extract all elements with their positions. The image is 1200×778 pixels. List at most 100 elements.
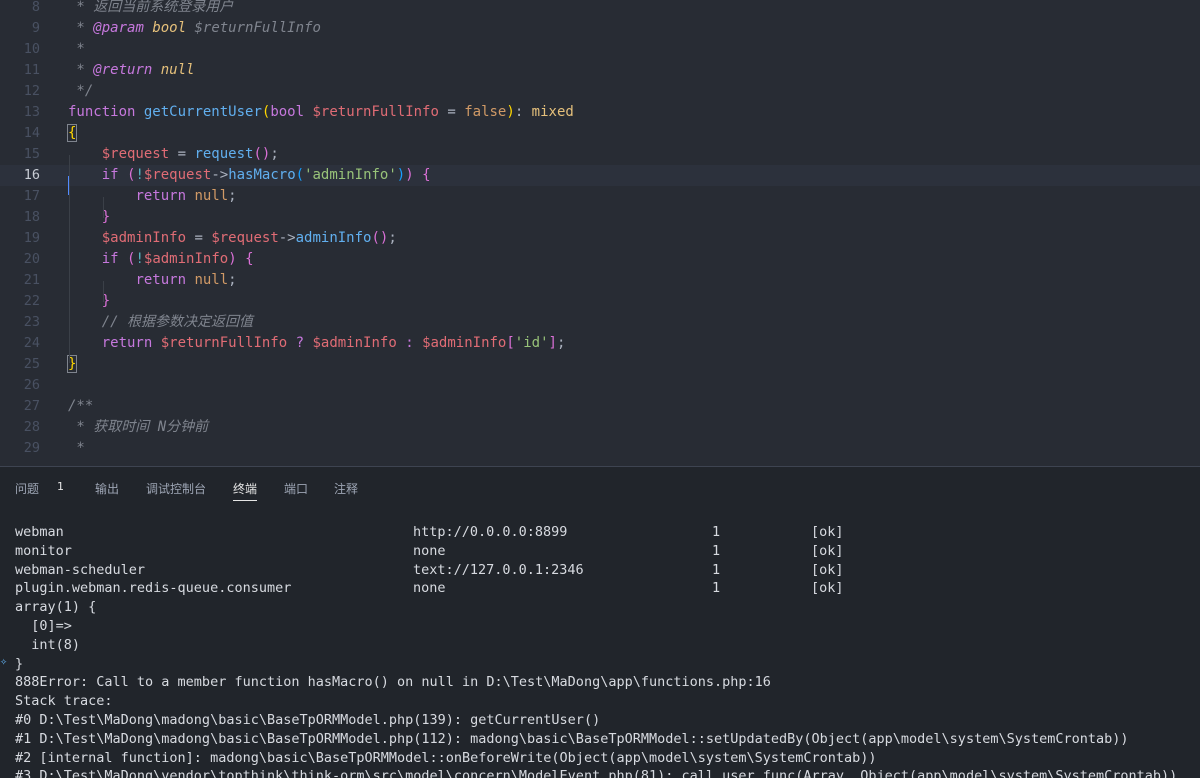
code-line[interactable]: 23 // 根据参数决定返回值 <box>0 312 1200 333</box>
code-line[interactable]: 29 * <box>0 438 1200 459</box>
code-text: /** <box>68 396 93 417</box>
code-line[interactable]: 15 $request = request(); <box>0 144 1200 165</box>
code-line[interactable]: 19 $adminInfo = $request->adminInfo(); <box>0 228 1200 249</box>
tab-ports[interactable]: 端口 <box>284 480 308 500</box>
process-name: webman-scheduler <box>15 561 146 578</box>
code-token: { <box>422 167 431 183</box>
code-line[interactable]: 27 /** <box>0 396 1200 417</box>
line-number[interactable]: 18 <box>0 207 40 228</box>
process-row: webman http://0.0.0.0:8899 1 [ok] <box>15 523 1195 542</box>
line-number[interactable]: 21 <box>0 270 40 291</box>
line-number[interactable]: 26 <box>0 375 40 396</box>
line-number[interactable]: 11 <box>0 60 40 81</box>
code-token: $adminInfo <box>312 335 397 351</box>
code-line[interactable]: 12 */ <box>0 81 1200 102</box>
line-number[interactable]: 15 <box>0 144 40 165</box>
tab-comments[interactable]: 注释 <box>334 480 358 500</box>
code-line[interactable]: 20 if (!$adminInfo) { <box>0 249 1200 270</box>
code-line[interactable]: 8 * 返回当前系统登录用户 <box>0 0 1200 18</box>
code-text: * 获取时间 N分钟前 <box>68 417 208 438</box>
code-line[interactable]: 26 <box>0 375 1200 396</box>
code-text: return null; <box>68 270 237 291</box>
line-number[interactable]: 17 <box>0 186 40 207</box>
line-number[interactable]: 12 <box>0 81 40 102</box>
code-token: bool <box>152 20 187 36</box>
tab-output[interactable]: 输出 <box>95 480 119 500</box>
process-status: [ok] <box>811 561 844 578</box>
code-token: ! <box>135 167 144 183</box>
code-token: { <box>66 124 78 142</box>
line-number[interactable]: 24 <box>0 333 40 354</box>
code-token: [ <box>506 335 515 351</box>
code-token: 返回当前系统登录用户 <box>93 0 234 15</box>
line-number[interactable]: 27 <box>0 396 40 417</box>
process-count: 1 <box>712 524 721 540</box>
line-number[interactable]: 29 <box>0 438 40 459</box>
code-line[interactable]: 11 * @return null <box>0 60 1200 81</box>
tab-debug-console[interactable]: 调试控制台 <box>146 480 206 500</box>
process-listen: none <box>413 542 446 559</box>
code-line[interactable]: 25} <box>0 354 1200 375</box>
code-line[interactable]: 22 } <box>0 291 1200 312</box>
process-row: webman-scheduler text://127.0.0.1:2346 1 [o… <box>15 561 1195 580</box>
code-line[interactable]: 14 { <box>0 123 1200 144</box>
line-number[interactable]: 25 <box>0 354 40 375</box>
code-token: ; <box>228 272 237 288</box>
code-line[interactable]: 9 * @param bool $returnFullInfo <box>0 18 1200 39</box>
code-text: * @return null <box>68 60 194 81</box>
line-number[interactable]: 9 <box>0 18 40 39</box>
line-number[interactable]: 28 <box>0 417 40 438</box>
code-token: * <box>68 62 94 78</box>
code-editor[interactable]: 8 * 返回当前系统登录用户 9 * @param bool $returnFul… <box>0 0 1200 466</box>
code-line[interactable]: 10 * <box>0 39 1200 60</box>
code-line[interactable]: 17 return null; <box>0 186 1200 207</box>
code-text: return $returnFullInfo ? $adminInfo : $a… <box>68 333 566 354</box>
code-token: ; <box>270 146 279 162</box>
process-listen: none <box>413 580 446 597</box>
line-number[interactable]: 19 <box>0 228 40 249</box>
code-token: function <box>68 104 136 120</box>
code-token: null <box>194 188 229 204</box>
code-token: ; <box>388 230 397 246</box>
line-number[interactable]: 23 <box>0 312 40 333</box>
code-line[interactable]: 28 * 获取时间 N分钟前 <box>0 417 1200 438</box>
line-number[interactable]: 16 <box>0 165 40 186</box>
code-token: $adminInfo <box>422 335 507 351</box>
code-text: */ <box>68 81 93 102</box>
code-text: $request = request(); <box>68 144 279 165</box>
process-name: monitor <box>15 542 72 559</box>
code-line[interactable]: 24 return $returnFullInfo ? $adminInfo :… <box>0 333 1200 354</box>
code-token: = <box>438 104 465 120</box>
sparkle-icon[interactable]: ✧ <box>0 655 12 667</box>
line-number[interactable]: 20 <box>0 249 40 270</box>
line-number[interactable]: 10 <box>0 39 40 60</box>
tab-problems[interactable]: 问题 <box>15 480 39 500</box>
code-token: () <box>253 146 271 162</box>
code-line[interactable]: 21 return null; <box>0 270 1200 291</box>
terminal-line: #2 [internal function]: madong\basic\Bas… <box>15 749 877 766</box>
code-text: function getCurrentUser(bool $returnFull… <box>68 102 574 123</box>
code-token: ) <box>405 167 414 183</box>
line-number[interactable]: 8 <box>0 0 40 18</box>
process-count: 1 <box>712 561 721 578</box>
tab-terminal[interactable]: 终端 <box>233 480 258 501</box>
code-token: * <box>68 440 85 456</box>
line-number[interactable]: 14 <box>0 123 40 144</box>
code-token: ( <box>295 167 305 183</box>
code-line[interactable]: 13 function getCurrentUser(bool $returnFu… <box>0 102 1200 123</box>
code-line[interactable]: 18 } <box>0 207 1200 228</box>
code-token: -> <box>278 230 296 246</box>
code-token: if <box>101 167 119 183</box>
code-text: * @param bool $returnFullInfo <box>68 18 320 39</box>
terminal-output[interactable]: webman http://0.0.0.0:8899 1 [ok] monitor non… <box>0 521 1200 778</box>
line-number[interactable]: 13 <box>0 102 40 123</box>
code-token: ; <box>228 188 237 204</box>
code-line[interactable]: 16 if (!$request->hasMacro('adminInfo'))… <box>0 165 1200 186</box>
code-token: = <box>186 230 212 246</box>
line-number[interactable]: 22 <box>0 291 40 312</box>
